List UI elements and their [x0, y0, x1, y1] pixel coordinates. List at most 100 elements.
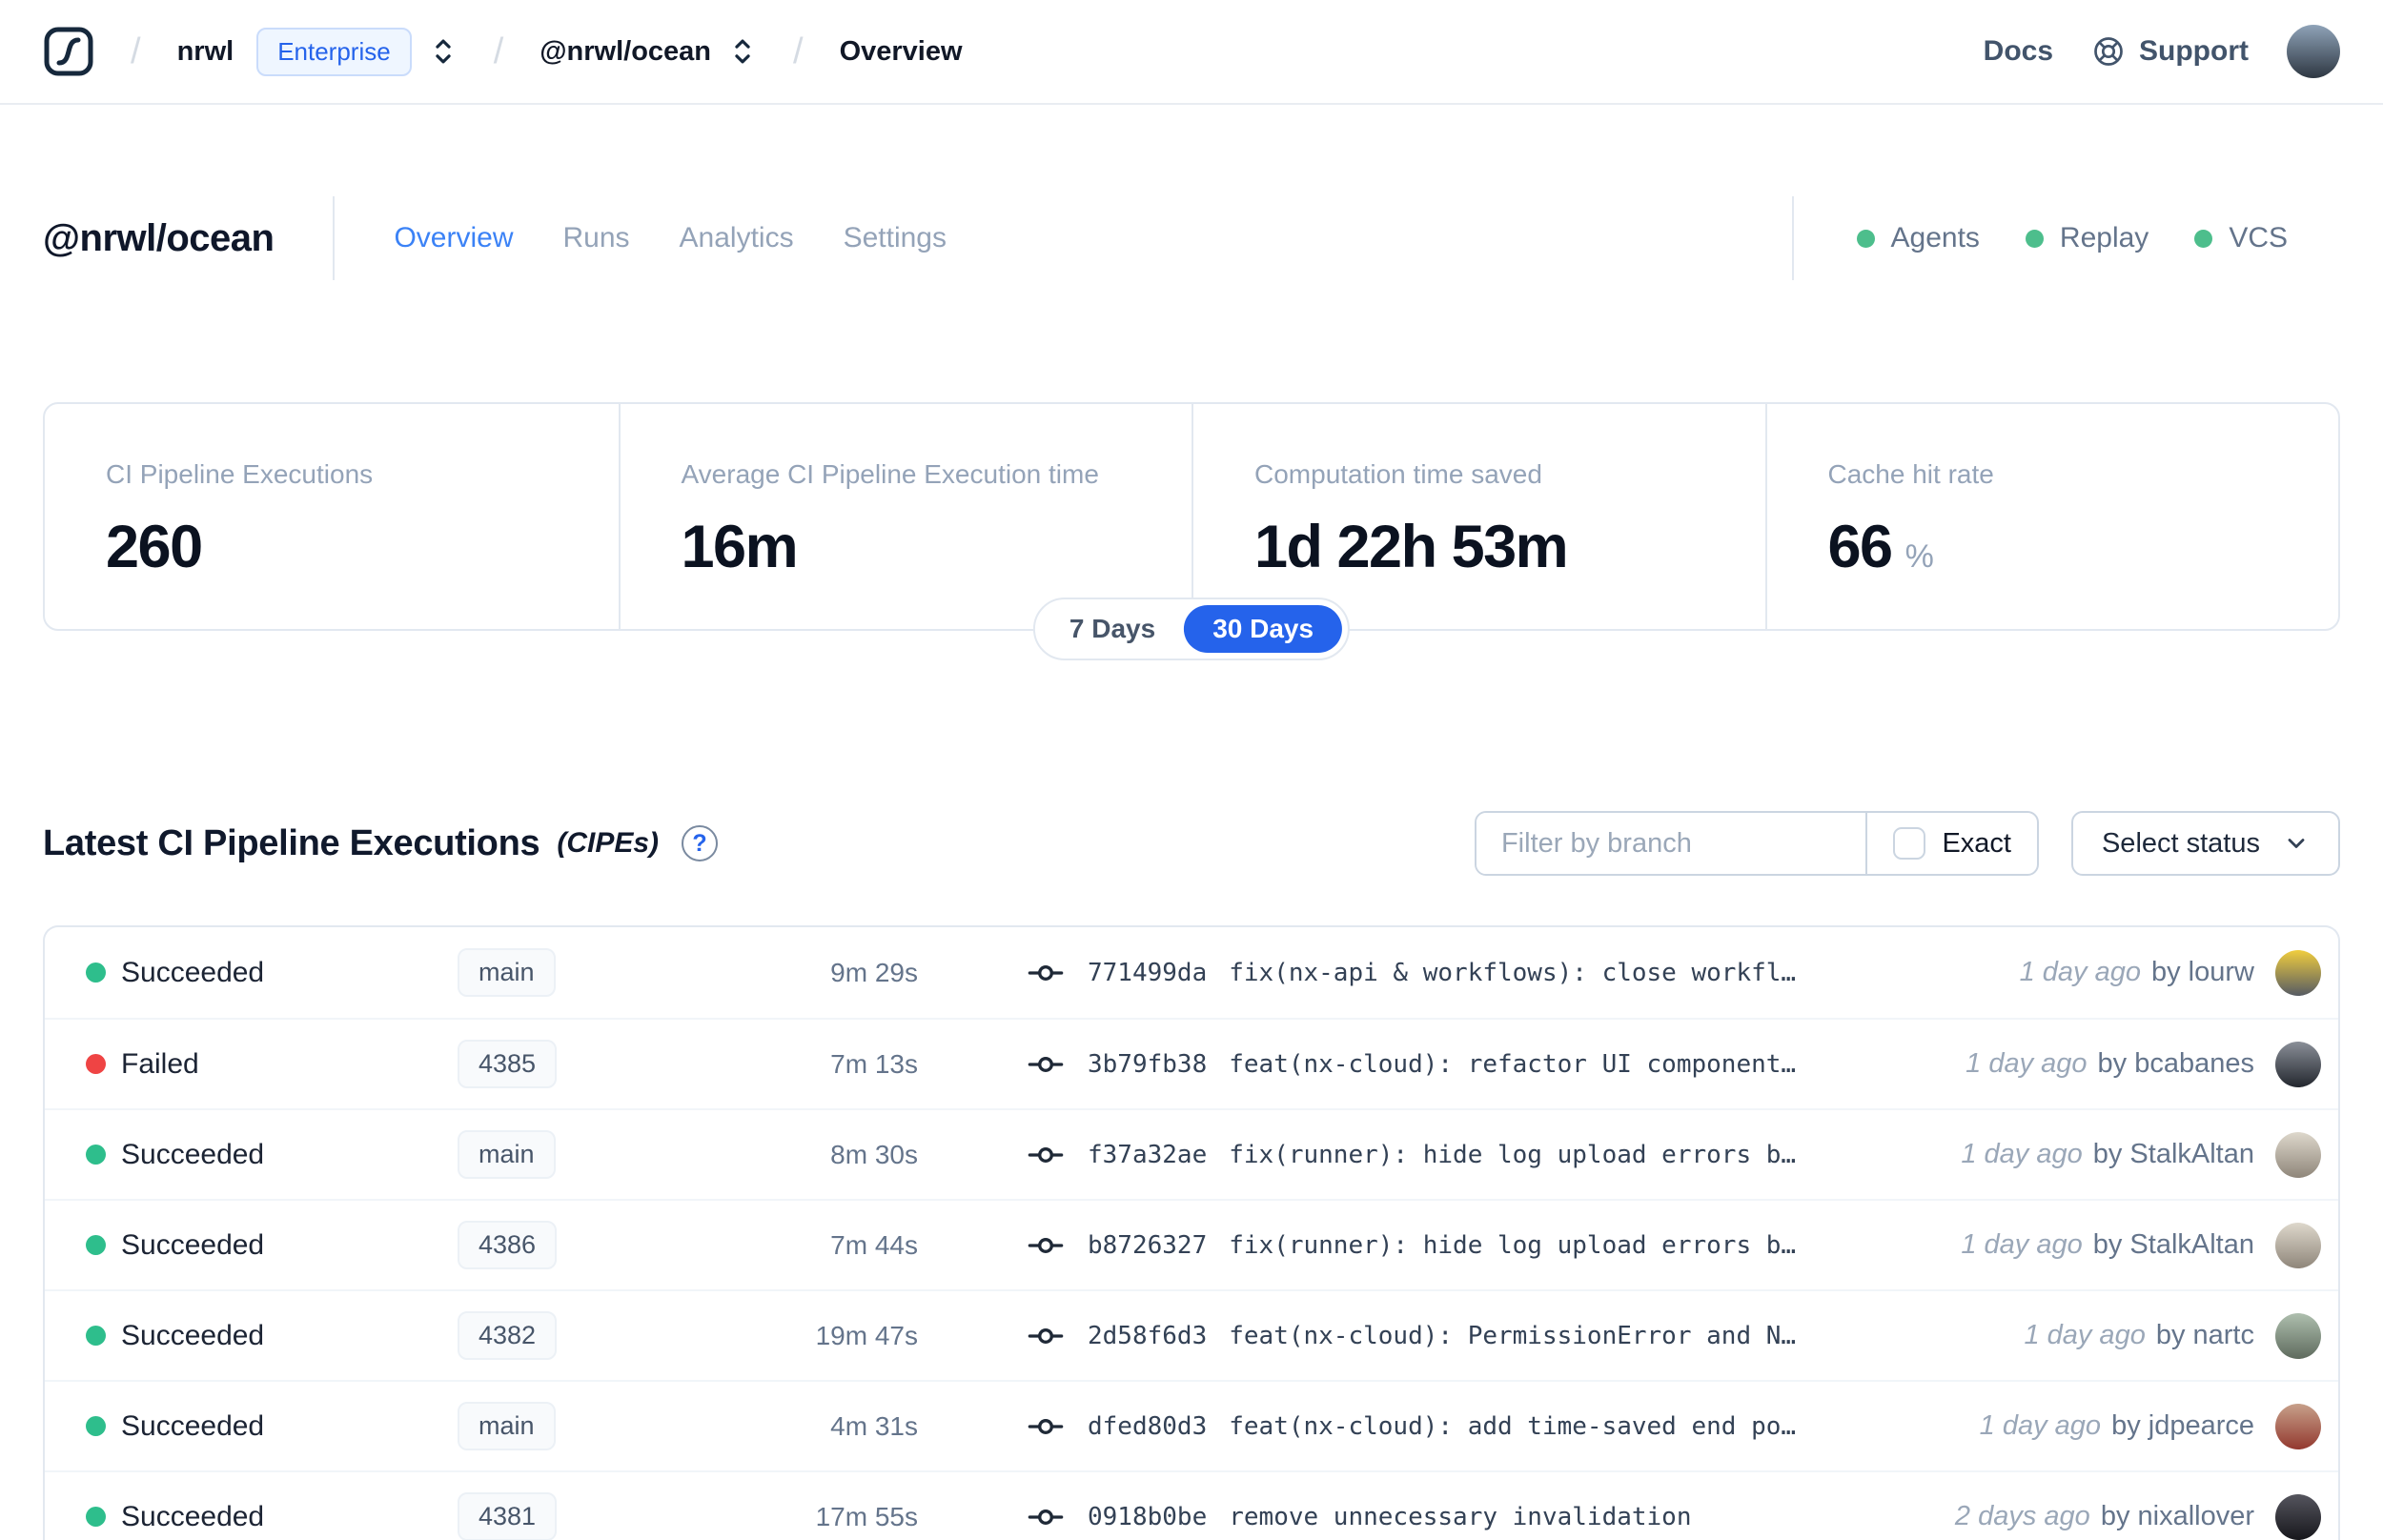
avatar [2275, 1131, 2321, 1178]
stat-value: 1d 22h 53m [1254, 514, 1569, 580]
status-dot-icon [86, 1235, 106, 1255]
meta-cell: 1 day ago by StalkAltan [1961, 1139, 2254, 1170]
section-title-suffix: (CIPEs) [557, 827, 660, 859]
stat-ci-pipeline-executions: CI Pipeline Executions 260 [45, 404, 619, 629]
stat-label: Computation time saved [1254, 459, 1542, 489]
top-navbar: / nrwl Enterprise / @nrwl/ocean / Overvi… [0, 0, 2383, 105]
status-label: Failed [121, 1047, 199, 1080]
help-icon[interactable]: ? [682, 825, 719, 861]
breadcrumb-workspace[interactable]: @nrwl/ocean [540, 36, 711, 68]
duration: 4m 31s [830, 1410, 918, 1441]
status-label: VCS [2229, 222, 2288, 253]
author: by lourw [2151, 957, 2254, 987]
branch-badge: 4381 [458, 1492, 558, 1540]
commit-hash: 3b79fb38 [1088, 1049, 1208, 1079]
table-row[interactable]: Failed 4385 7m 13s 3b79fb38 feat(nx-clou… [45, 1018, 2338, 1108]
table-row[interactable]: Succeeded main 9m 29s 771499da fix(nx-ap… [45, 927, 2338, 1018]
branch-badge: main [458, 948, 556, 997]
time-ago: 1 day ago [2019, 957, 2141, 987]
commit-message: feat(nx-cloud): add time-saved end po… [1229, 1411, 1797, 1441]
commit-hash: 771499da [1088, 958, 1208, 987]
author: by StalkAltan [2092, 1139, 2254, 1169]
status-select-button[interactable]: Select status [2070, 811, 2340, 876]
workspace-tabs: Overview Runs Analytics Settings [394, 222, 947, 254]
status-agents[interactable]: Agents [1856, 222, 1980, 254]
meta-cell: 1 day ago by nartc [2024, 1320, 2254, 1351]
duration: 7m 44s [830, 1229, 918, 1260]
branch-cell: 4386 [458, 1221, 696, 1269]
status-label: Succeeded [121, 1409, 265, 1442]
green-dot-icon [2194, 229, 2213, 248]
table-row[interactable]: Succeeded main 8m 30s f37a32ae fix(runne… [45, 1108, 2338, 1199]
branch-filter-group: Exact [1474, 811, 2039, 876]
status-dot-icon [86, 1416, 106, 1436]
branch-cell: 4382 [458, 1311, 696, 1360]
git-commit-icon [1026, 953, 1066, 993]
tab-analytics[interactable]: Analytics [680, 222, 794, 254]
commit-message: fix(runner): hide log upload errors b… [1229, 1140, 1797, 1169]
lifebuoy-icon [2091, 34, 2126, 69]
author: by nixallover [2100, 1501, 2254, 1531]
cipe-section-title: Latest CI Pipeline Executions (CIPEs) ? [43, 823, 719, 864]
branch-cell: 4381 [458, 1492, 696, 1540]
date-range-toggle: 7 Days 30 Days [1032, 598, 1351, 660]
stat-average-execution-time: Average CI Pipeline Execution time 16m [618, 404, 1192, 629]
cipe-filters: Exact Select status [1474, 811, 2340, 876]
status-cell: Succeeded [86, 1410, 458, 1443]
table-row[interactable]: Succeeded 4382 19m 47s 2d58f6d3 feat(nx-… [45, 1289, 2338, 1380]
stat-value: 66 % [1827, 514, 1934, 580]
commit-message: feat(nx-cloud): refactor UI component… [1229, 1049, 1797, 1079]
breadcrumb-org[interactable]: nrwl [177, 36, 234, 68]
commit-hash: dfed80d3 [1088, 1411, 1208, 1441]
git-commit-icon [1026, 1226, 1066, 1266]
status-label: Succeeded [121, 1138, 265, 1170]
status-dot-icon [86, 1507, 106, 1527]
status-label: Succeeded [121, 1228, 265, 1261]
branch-filter-input[interactable] [1476, 813, 1866, 874]
commit-hash: 0918b0be [1088, 1502, 1208, 1531]
status-dot-icon [86, 1326, 106, 1346]
status-cell: Succeeded [86, 1139, 458, 1171]
workspace-switcher-button[interactable] [728, 35, 757, 68]
org-switcher-button[interactable] [429, 35, 458, 68]
stat-computation-time-saved: Computation time saved 1d 22h 53m [1192, 404, 1765, 629]
commit-cell: 0918b0be remove unnecessary invalidation [918, 1497, 1932, 1537]
tab-settings[interactable]: Settings [844, 222, 947, 254]
divider [333, 196, 336, 280]
tab-overview[interactable]: Overview [394, 222, 513, 254]
status-select-label: Select status [2101, 827, 2260, 859]
exact-checkbox[interactable] [1893, 827, 1926, 860]
tab-runs[interactable]: Runs [562, 222, 629, 254]
table-row[interactable]: Succeeded 4381 17m 55s 0918b0be remove u… [45, 1470, 2338, 1540]
status-label: Succeeded [121, 1319, 265, 1351]
stat-cache-hit-rate: Cache hit rate 66 % [1764, 404, 2339, 629]
range-30-days-button[interactable]: 30 Days [1184, 605, 1343, 653]
status-vcs[interactable]: VCS [2194, 222, 2288, 254]
status-dot-icon [86, 1054, 106, 1074]
commit-hash: 2d58f6d3 [1088, 1321, 1208, 1350]
page-title: @nrwl/ocean [43, 216, 275, 259]
status-cell: Succeeded [86, 957, 458, 989]
time-ago: 1 day ago [2024, 1320, 2146, 1350]
exact-label[interactable]: Exact [1942, 828, 2011, 860]
duration: 19m 47s [815, 1320, 918, 1350]
git-commit-icon [1026, 1407, 1066, 1447]
commit-cell: 3b79fb38 feat(nx-cloud): refactor UI com… [918, 1044, 1943, 1084]
avatar [2275, 1493, 2321, 1540]
support-link[interactable]: Support [2091, 34, 2249, 69]
branch-badge: 4385 [458, 1040, 558, 1088]
time-ago: 2 days ago [1954, 1501, 2090, 1531]
table-row[interactable]: Succeeded 4386 7m 44s b8726327 fix(runne… [45, 1199, 2338, 1289]
status-replay[interactable]: Replay [2025, 222, 2149, 254]
commit-message: feat(nx-cloud): PermissionError and N… [1229, 1321, 1797, 1350]
git-commit-icon [1026, 1316, 1066, 1356]
nx-cloud-logo[interactable] [43, 26, 94, 77]
docs-link[interactable]: Docs [1984, 35, 2053, 68]
stats-cards: CI Pipeline Executions 260 Average CI Pi… [43, 402, 2340, 660]
range-7-days-button[interactable]: 7 Days [1041, 605, 1184, 653]
branch-cell: main [458, 948, 696, 997]
user-avatar[interactable] [2287, 25, 2340, 78]
exact-toggle: Exact [1865, 813, 2037, 874]
table-row[interactable]: Succeeded main 4m 31s dfed80d3 feat(nx-c… [45, 1380, 2338, 1470]
status-label: Agents [1890, 222, 1980, 253]
